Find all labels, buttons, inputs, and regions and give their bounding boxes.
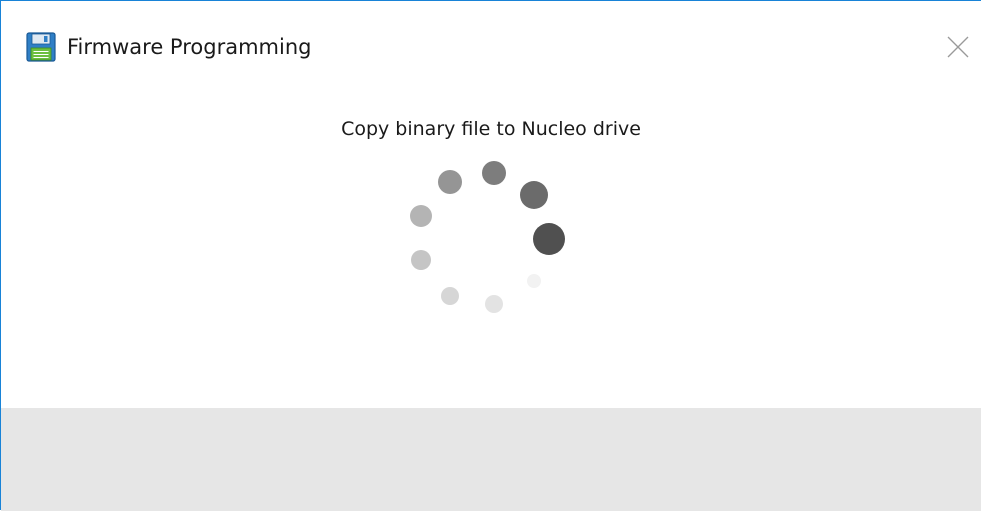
spinner-dot [527,274,541,288]
floppy-disk-icon [26,32,56,62]
dialog-window: Firmware Programming Copy binary file to… [0,0,981,511]
close-button[interactable] [935,29,981,65]
loading-spinner-icon [401,158,571,318]
status-message: Copy binary file to Nucleo drive [341,118,641,140]
spinner-dot [533,223,565,255]
spinner-dot [410,205,432,227]
close-icon [947,36,969,58]
spinner-dot [485,295,503,313]
spinner-dot [520,181,548,209]
window-title: Firmware Programming [67,35,312,59]
spinner-dot [441,287,459,305]
spinner-dot [411,250,431,270]
spinner-dot [438,170,462,194]
dialog-content: Copy binary file to Nucleo drive [1,91,981,408]
title-bar[interactable]: Firmware Programming [1,1,981,91]
button-area [1,408,981,511]
spinner-dot [482,161,506,185]
